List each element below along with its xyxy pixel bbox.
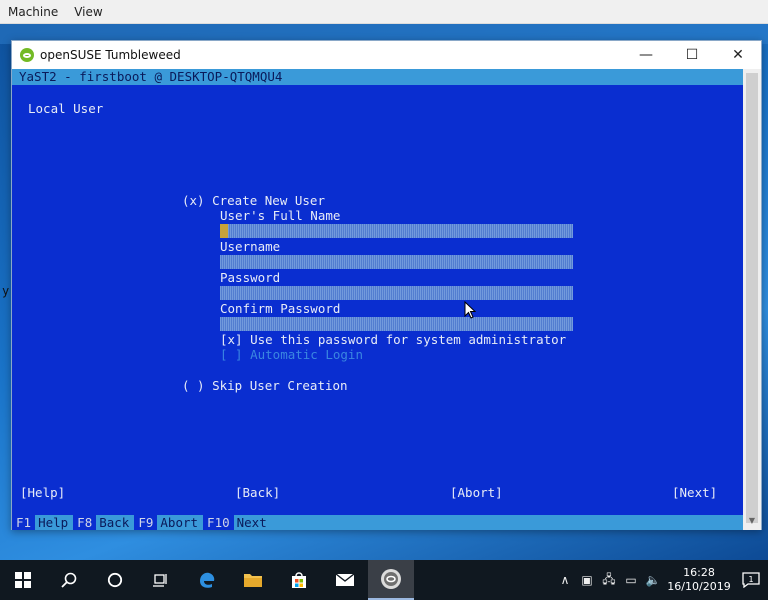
text-cursor	[220, 224, 228, 238]
vertical-scrollbar[interactable]: ▼	[743, 69, 761, 530]
app-window: openSUSE Tumbleweed — ☐ ✕ YaST2 - firstb…	[11, 40, 762, 530]
volume-icon[interactable]: 🔈	[642, 573, 664, 587]
skip-user-radio[interactable]: ( ) Skip User Creation	[182, 378, 348, 393]
host-menu-bar: Machine View	[0, 0, 768, 24]
folder-icon	[244, 574, 262, 587]
edge-icon	[200, 572, 215, 588]
task-view-icon	[153, 574, 167, 587]
abort-button[interactable]: [Abort]	[450, 485, 503, 500]
search-icon	[61, 572, 77, 588]
username-label: Username	[220, 239, 281, 254]
scrollbar-thumb[interactable]	[746, 73, 758, 523]
notification-icon: 1	[742, 572, 760, 588]
clock[interactable]: 16:28 16/10/2019	[664, 566, 734, 594]
start-button[interactable]	[0, 560, 46, 600]
confirm-password-input[interactable]	[220, 317, 573, 331]
window-titlebar[interactable]: openSUSE Tumbleweed — ☐ ✕	[12, 41, 761, 69]
password-input[interactable]	[220, 286, 573, 300]
full-name-label: User's Full Name	[220, 208, 341, 223]
taskbar: ∧ ▣ 🖧 ▭ 🔈 16:28 16/10/2019 1	[0, 560, 768, 600]
screen-heading: Local User	[28, 101, 104, 116]
window-title: openSUSE Tumbleweed	[40, 48, 181, 62]
search-button[interactable]	[46, 560, 92, 600]
windows-logo-icon	[15, 572, 31, 588]
next-button[interactable]: [Next]	[672, 485, 717, 500]
scroll-down-arrow-icon[interactable]: ▼	[743, 516, 761, 528]
full-name-input[interactable]	[220, 224, 573, 238]
minimize-button[interactable]: —	[623, 41, 669, 69]
mail-button[interactable]	[322, 560, 368, 600]
username-input[interactable]	[220, 255, 573, 269]
automatic-login-checkbox[interactable]: [ ] Automatic Login	[220, 347, 363, 362]
opensuse-taskbar-button[interactable]	[368, 560, 414, 600]
fkey-help[interactable]: F1 Help	[12, 515, 70, 530]
show-hidden-icons-chevron-icon[interactable]: ∧	[554, 573, 576, 587]
system-tray: ∧ ▣ 🖧 ▭ 🔈 16:28 16/10/2019 1	[554, 560, 768, 600]
opensuse-app-icon	[381, 569, 401, 589]
task-view-button[interactable]	[138, 560, 184, 600]
mail-icon	[335, 573, 355, 586]
terminal-title: YaST2 - firstboot @ DESKTOP-QTQMQU4	[12, 69, 743, 85]
admin-password-checkbox[interactable]: [x] Use this password for system adminis…	[220, 332, 566, 347]
close-button[interactable]: ✕	[715, 41, 761, 69]
window-controls: — ☐ ✕	[623, 41, 761, 69]
display-icon[interactable]: ▭	[620, 573, 642, 587]
file-explorer-button[interactable]	[230, 560, 276, 600]
clock-time: 16:28	[683, 566, 715, 579]
store-button[interactable]	[276, 560, 322, 600]
opensuse-logo-icon	[20, 48, 34, 62]
cortana-circle-icon	[107, 572, 123, 588]
terminal[interactable]: YaST2 - firstboot @ DESKTOP-QTQMQU4 Loca…	[12, 69, 743, 530]
maximize-button[interactable]: ☐	[669, 41, 715, 69]
desktop-stray-char: y	[2, 284, 10, 298]
clock-date: 16/10/2019	[667, 580, 731, 593]
help-button[interactable]: [Help]	[20, 485, 65, 500]
menu-view[interactable]: View	[74, 5, 102, 19]
notification-count: 1	[748, 575, 753, 584]
fkey-next[interactable]: F10 Next	[203, 515, 269, 530]
password-label: Password	[220, 270, 281, 285]
action-center-button[interactable]: 1	[734, 560, 768, 600]
fkey-back[interactable]: F8 Back	[73, 515, 131, 530]
tray-app-icon[interactable]: ▣	[576, 573, 598, 587]
function-key-bar: F1 Help F8 Back F9 Abort F10 Next	[12, 515, 743, 530]
create-user-radio[interactable]: (x) Create New User	[182, 193, 325, 208]
cortana-button[interactable]	[92, 560, 138, 600]
back-button[interactable]: [Back]	[235, 485, 280, 500]
fkey-abort[interactable]: F9 Abort	[134, 515, 200, 530]
edge-browser-button[interactable]	[184, 560, 230, 600]
store-bag-icon	[292, 572, 306, 588]
mouse-pointer-icon	[464, 301, 476, 319]
network-icon[interactable]: 🖧	[598, 570, 620, 591]
confirm-password-label: Confirm Password	[220, 301, 341, 316]
menu-machine[interactable]: Machine	[8, 5, 58, 19]
